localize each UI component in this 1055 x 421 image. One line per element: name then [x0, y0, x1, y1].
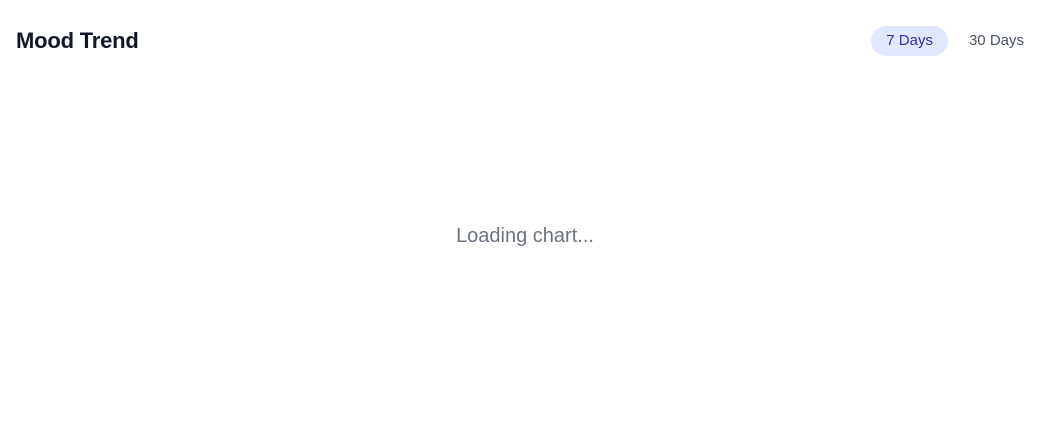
- range-7-days-button[interactable]: 7 Days: [871, 26, 948, 56]
- loading-message: Loading chart...: [456, 225, 594, 247]
- card-header: Mood Trend 7 Days 30 Days: [16, 26, 1039, 56]
- range-30-days-button[interactable]: 30 Days: [954, 26, 1039, 56]
- chart-area: Loading chart...: [0, 70, 1055, 421]
- mood-trend-card: Mood Trend 7 Days 30 Days Loading chart.…: [0, 0, 1055, 421]
- range-toggle: 7 Days 30 Days: [871, 26, 1039, 56]
- card-title: Mood Trend: [16, 28, 139, 53]
